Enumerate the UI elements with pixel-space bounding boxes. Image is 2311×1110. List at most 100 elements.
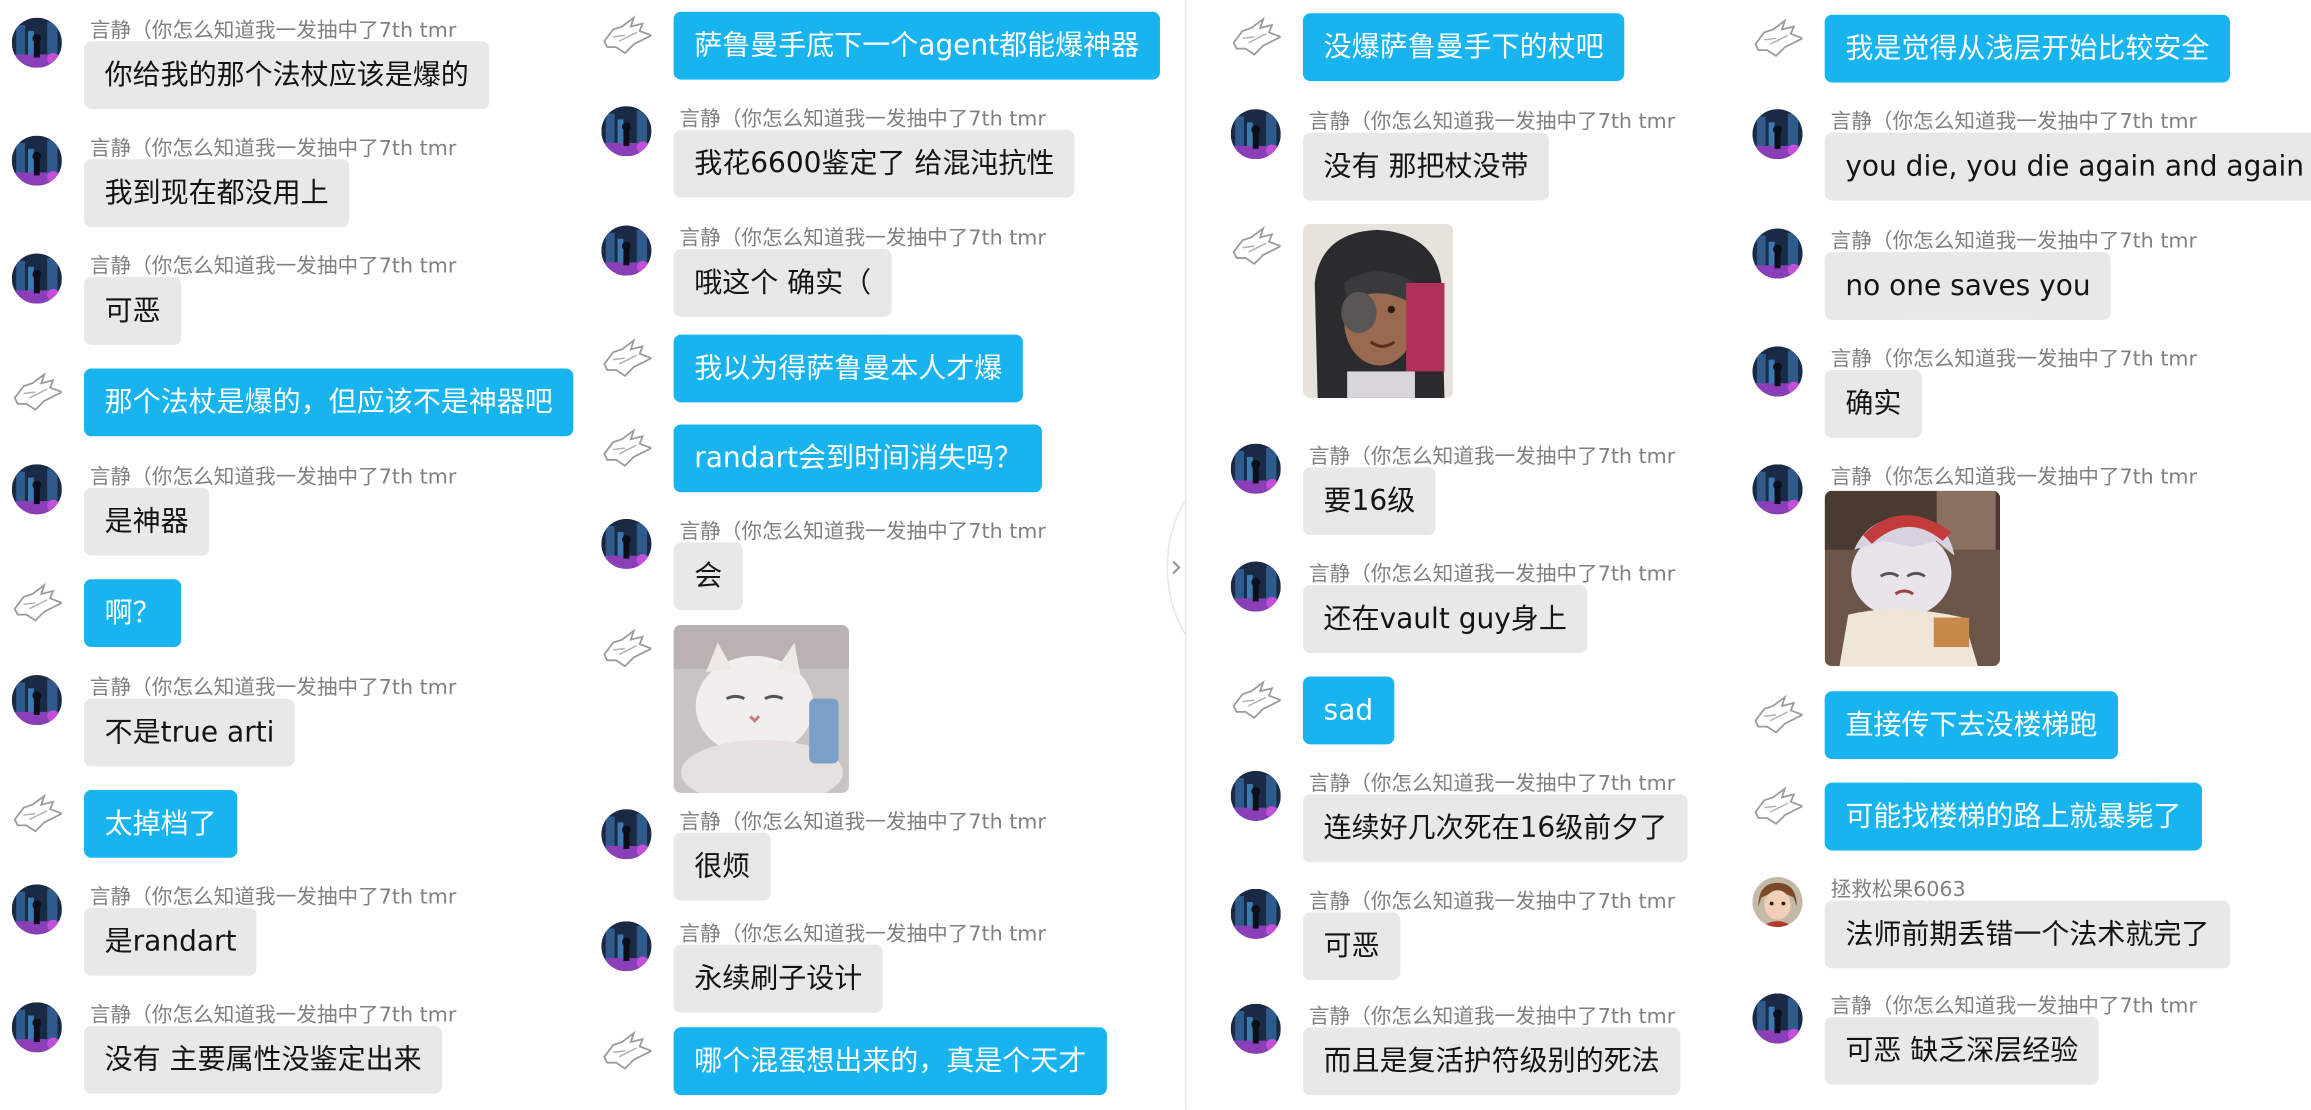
self-avatar[interactable]	[601, 12, 652, 62]
message-bubble[interactable]: 啊？	[84, 579, 182, 648]
self-avatar[interactable]	[1231, 677, 1281, 727]
message-bubble[interactable]: 我以为得萨鲁曼本人才爆	[673, 334, 1023, 403]
sender-name: 言静（你怎么知道我一发抽中了7th tmr	[679, 810, 1046, 835]
message-bubble[interactable]: 没有 主要属性没鉴定出来	[84, 1025, 443, 1094]
message-bubble[interactable]: 可恶	[1302, 912, 1401, 981]
self-avatar[interactable]	[12, 790, 62, 840]
message-bubble[interactable]: 哪个混蛋想出来的，真是个天才	[673, 1027, 1107, 1096]
message-user: 言静（你怎么知道我一发抽中了7th tmr 永续刷子设计	[601, 909, 1176, 1013]
message-user: 言静（你怎么知道我一发抽中了7th tmr 可恶	[1230, 877, 1732, 981]
message-user: 言静（你怎么知道我一发抽中了7th tmr 我到现在都没用上	[11, 124, 572, 227]
message-bubble[interactable]: 我是觉得从浅层开始比较安全	[1824, 14, 2231, 83]
message-bubble[interactable]: 哦这个 确实（	[673, 249, 892, 317]
message-bubble[interactable]: 我到现在都没用上	[84, 159, 350, 227]
message-user: 言静（你怎么知道我一发抽中了7th tmr 会	[601, 507, 1176, 611]
message-bubble[interactable]: 没爆萨鲁曼手下的杖吧	[1302, 13, 1625, 82]
message-bubble[interactable]: no one saves you	[1824, 252, 2112, 320]
user-avatar[interactable]	[11, 135, 62, 186]
message-bubble[interactable]: 那个法杖是爆的，但应该不是神器吧	[84, 368, 574, 437]
message-bubble[interactable]: 很烦	[673, 832, 771, 901]
self-avatar[interactable]	[601, 335, 652, 385]
user-avatar[interactable]	[1752, 109, 1803, 160]
self-avatar[interactable]	[601, 424, 652, 474]
user-avatar[interactable]	[1230, 109, 1281, 160]
user-avatar[interactable]	[11, 17, 62, 68]
self-avatar[interactable]	[1231, 13, 1281, 63]
self-avatar[interactable]	[1752, 783, 1803, 833]
user-avatar[interactable]	[11, 675, 62, 726]
user-avatar[interactable]	[1230, 770, 1281, 821]
message-self: 哪个混蛋想出来的，真是个天才	[601, 1027, 1176, 1101]
message-user: 言静（你怎么知道我一发抽中了7th tmr 很烦	[601, 797, 1176, 901]
message-bubble[interactable]: 确实	[1824, 369, 1922, 438]
user-avatar[interactable]	[1230, 888, 1281, 939]
message-bubble[interactable]: 我花6600鉴定了 给混沌抗性	[673, 129, 1076, 198]
user-avatar[interactable]	[1230, 443, 1281, 494]
message-self: 那个法杖是爆的，但应该不是神器吧	[12, 368, 574, 442]
message-bubble[interactable]: 会	[673, 542, 743, 611]
message-bubble[interactable]: 可恶 缺乏深层经验	[1824, 1016, 2099, 1085]
user-avatar[interactable]	[1230, 561, 1281, 612]
self-avatar[interactable]	[601, 1027, 652, 1077]
message-bubble[interactable]: 法师前期丢错一个法术就完了	[1824, 900, 2231, 969]
user-avatar[interactable]	[1752, 228, 1803, 279]
message-bubble[interactable]: 而且是复活护符级别的死法	[1302, 1027, 1681, 1096]
message-bubble[interactable]: 太掉档了	[84, 790, 238, 858]
message-self: 我以为得萨鲁曼本人才爆	[601, 334, 1176, 409]
user-avatar[interactable]	[601, 225, 652, 276]
self-avatar[interactable]	[1231, 223, 1281, 273]
message-bubble[interactable]: 你给我的那个法杖应该是爆的	[84, 41, 490, 110]
sender-name: 言静（你怎么知道我一发抽中了7th tmr	[1830, 994, 2198, 1019]
user-avatar[interactable]	[11, 253, 62, 304]
collapse-handle[interactable]	[1164, 500, 1188, 635]
message-self: 太掉档了	[12, 790, 572, 864]
user-avatar[interactable]	[11, 1002, 62, 1053]
user-avatar[interactable]	[1230, 1003, 1281, 1054]
message-bubble[interactable]: 连续好几次死在16级前夕了	[1302, 794, 1688, 863]
hooded-man-sticker-image[interactable]	[1302, 224, 1454, 398]
message-bubble[interactable]: 直接传下去没楼梯跑	[1824, 691, 2119, 760]
self-avatar[interactable]	[12, 368, 62, 418]
message-self	[1231, 223, 1732, 400]
user-avatar[interactable]	[601, 809, 652, 860]
chat-screenshot: 言静（你怎么知道我一发抽中了7th tmr 你给我的那个法杖应该是爆的 言静（你…	[0, 0, 2311, 1110]
message-user: 言静（你怎么知道我一发抽中了7th tmr 没有 主要属性没鉴定出来	[11, 990, 572, 1094]
message-bubble[interactable]: 可能找楼梯的路上就暴毙了	[1824, 782, 2203, 851]
user-avatar[interactable]	[11, 884, 62, 935]
user-avatar[interactable]	[1752, 993, 1803, 1044]
user-avatar[interactable]	[601, 106, 652, 157]
user-avatar[interactable]	[1752, 464, 1803, 515]
message-bubble[interactable]: 是randart	[84, 907, 258, 976]
message-bubble[interactable]: 是神器	[84, 487, 210, 556]
self-avatar[interactable]	[601, 625, 652, 675]
message-bubble[interactable]: 还在vault guy身上	[1302, 585, 1588, 653]
message-bubble[interactable]: 可恶	[84, 277, 182, 345]
message-bubble[interactable]: 永续刷子设计	[673, 944, 883, 1013]
message-bubble[interactable]: you die, you die again and again	[1824, 132, 2311, 201]
sender-name: 言静（你怎么知道我一发抽中了7th tmr	[1830, 465, 2198, 490]
message-self: sad	[1231, 676, 1732, 751]
user-avatar[interactable]	[1752, 346, 1803, 397]
message-bubble[interactable]: randart会到时间消失吗？	[673, 424, 1043, 493]
sender-name: 言静（你怎么知道我一发抽中了7th tmr	[1830, 110, 2198, 135]
sender-name: 言静（你怎么知道我一发抽中了7th tmr	[1308, 1005, 1676, 1029]
message-bubble[interactable]: sad	[1302, 676, 1394, 745]
message-bubble[interactable]: 要16级	[1302, 467, 1436, 536]
sender-name: 言静（你怎么知道我一发抽中了7th tmr	[1308, 772, 1676, 796]
user-avatar[interactable]	[11, 464, 62, 515]
anime-girl-sticker-image[interactable]	[1824, 490, 2001, 667]
user-avatar[interactable]	[601, 921, 652, 972]
message-user: 言静（你怎么知道我一发抽中了7th tmr 我花6600鉴定了 给混沌抗性	[601, 94, 1176, 198]
message-bubble[interactable]: 萨鲁曼手底下一个agent都能爆神器	[673, 11, 1160, 80]
message-self: 我是觉得从浅层开始比较安全	[1752, 14, 2305, 89]
cat-sticker-image[interactable]	[673, 624, 849, 793]
self-avatar[interactable]	[1752, 691, 1803, 741]
sender-name: 言静（你怎么知道我一发抽中了7th tmr	[1830, 347, 2198, 372]
message-user: 言静（你怎么知道我一发抽中了7th tmr 不是true arti	[11, 663, 572, 767]
message-bubble[interactable]: 不是true arti	[84, 698, 296, 767]
message-bubble[interactable]: 没有 那把杖没带	[1302, 132, 1550, 201]
user-avatar[interactable]	[601, 518, 652, 569]
self-avatar[interactable]	[12, 579, 62, 629]
self-avatar[interactable]	[1752, 15, 1803, 65]
other-user-avatar[interactable]	[1752, 876, 1803, 928]
